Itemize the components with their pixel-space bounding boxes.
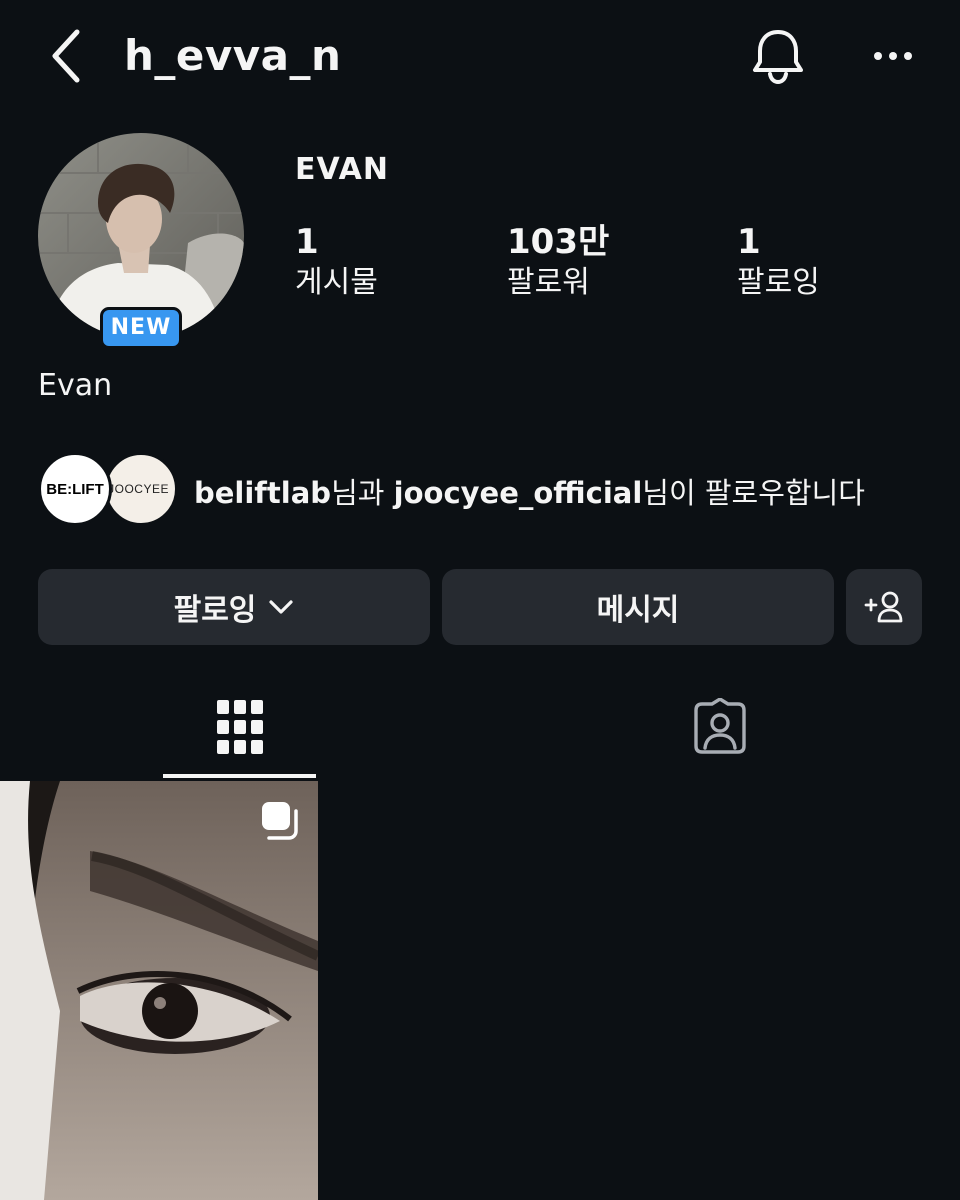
profile-username-title: h_evva_n [124, 31, 342, 80]
post-thumbnail[interactable] [0, 781, 318, 1200]
stat-value: 1 [295, 222, 319, 262]
bell-icon[interactable] [748, 24, 808, 86]
mutual-avatar-beliftlab: BE:LIFT [38, 452, 112, 526]
mutual-followers-avatars[interactable]: BE:LIFT JOOCYEE [38, 452, 178, 528]
mutual-joiner: 님과 [331, 476, 394, 510]
stat-label: 팔로잉 [737, 265, 820, 300]
following-button-label: 팔로잉 [173, 593, 257, 628]
full-name: Evan [38, 368, 113, 403]
stat-followers[interactable]: 103만 팔로워 [507, 222, 609, 304]
display-name: EVAN [295, 152, 389, 187]
mutual-user-1[interactable]: beliftlab [194, 476, 331, 510]
tagged-person-icon [694, 698, 746, 754]
tab-tagged[interactable] [480, 680, 960, 780]
add-user-button[interactable] [846, 569, 922, 645]
mutual-followers-text[interactable]: beliftlab님과 joocyee_official님이 팔로우합니다 [194, 470, 865, 512]
tab-posts-grid[interactable] [0, 680, 480, 780]
active-tab-indicator [163, 774, 316, 778]
chevron-down-icon [269, 600, 294, 614]
more-options-icon[interactable] [862, 36, 924, 76]
mutual-avatar-joocyee: JOOCYEE [104, 452, 178, 526]
message-button[interactable]: 메시지 [442, 569, 834, 645]
person-add-icon [864, 591, 903, 623]
stat-following[interactable]: 1 팔로잉 [737, 222, 820, 304]
multiple-posts-icon [258, 799, 304, 843]
stat-posts: 1 게시물 [295, 222, 378, 304]
grid-icon [217, 700, 263, 754]
back-icon[interactable] [44, 26, 92, 86]
following-button[interactable]: 팔로잉 [38, 569, 430, 645]
stat-value: 1 [737, 222, 761, 262]
stat-value: 103만 [507, 222, 610, 262]
stat-label: 게시물 [295, 265, 378, 300]
mutual-suffix: 님이 팔로우합니다 [642, 476, 865, 510]
stat-label: 팔로워 [507, 265, 590, 300]
new-badge: NEW [100, 307, 182, 349]
mutual-user-2[interactable]: joocyee_official [394, 476, 643, 510]
message-button-label: 메시지 [596, 593, 680, 628]
